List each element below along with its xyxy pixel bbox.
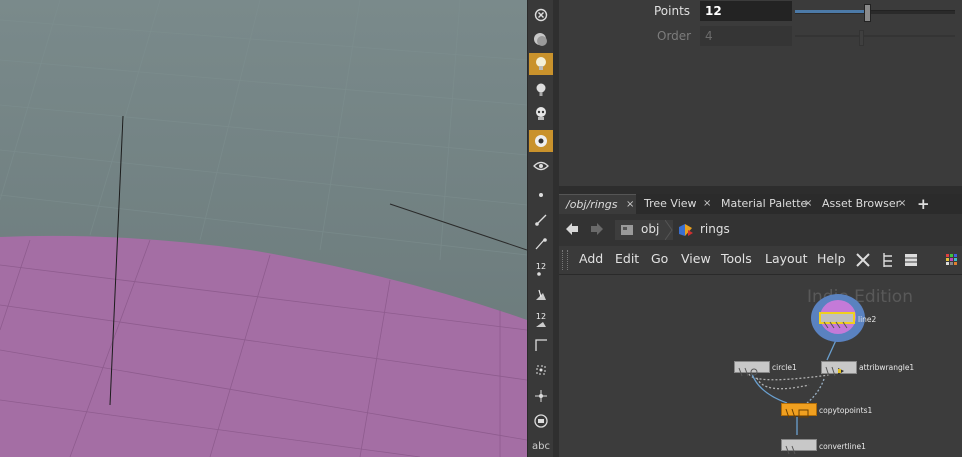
line2-node-label: line2 xyxy=(858,315,877,324)
sphere-icon[interactable] xyxy=(529,29,553,51)
obj-network-icon xyxy=(621,225,633,235)
path-bar: obj rings xyxy=(559,214,962,246)
pane-splitter[interactable] xyxy=(559,186,962,197)
order-label: Order xyxy=(657,29,692,43)
path-obj-button[interactable]: obj xyxy=(615,220,673,240)
close-tab-icon[interactable]: × xyxy=(703,194,711,214)
tab-label: Asset Browser xyxy=(822,197,901,210)
color-palette-icon[interactable] xyxy=(945,252,959,271)
pane-tab-bar: /obj/rings × Tree View × Material Palett… xyxy=(559,194,962,215)
network-menu-bar: Add Edit Go View Tools Layout Help xyxy=(559,246,962,275)
add-tab-icon[interactable]: + xyxy=(917,194,931,214)
point-numbers-icon[interactable]: 12 xyxy=(529,259,553,281)
close-icon[interactable] xyxy=(529,4,553,26)
tab-label: /obj/rings xyxy=(566,198,618,211)
text-display-button[interactable]: abc xyxy=(529,435,553,457)
circle1-node[interactable] xyxy=(734,361,770,377)
points-slider[interactable] xyxy=(795,4,955,22)
tree-layout-icon[interactable] xyxy=(881,252,895,272)
ambient-occlusion-icon[interactable] xyxy=(529,130,553,152)
order-slider[interactable] xyxy=(795,29,955,46)
skull-light-icon[interactable] xyxy=(529,103,553,125)
copytopoints1-node[interactable] xyxy=(781,403,817,419)
copytopoints1-node-label: copytopoints1 xyxy=(819,406,873,415)
tab-material-palette[interactable]: Material Palette × xyxy=(715,194,815,214)
convertline1-node-label: convertline1 xyxy=(819,442,866,451)
list-view-icon[interactable] xyxy=(904,252,918,271)
convertline1-node[interactable] xyxy=(781,439,817,455)
points-label: Points xyxy=(654,4,691,18)
snap-grid-icon[interactable] xyxy=(529,359,553,381)
menu-add[interactable]: Add xyxy=(579,251,603,266)
viewport-toolbar: 12 12 abc xyxy=(527,0,554,457)
path-rings-button[interactable]: rings xyxy=(675,220,735,240)
geometry-node-icon xyxy=(679,224,693,236)
attribwrangle1-node[interactable] xyxy=(821,361,857,377)
menu-go[interactable]: Go xyxy=(651,251,668,266)
path-rings-label: rings xyxy=(700,222,730,236)
bounding-corner-icon[interactable] xyxy=(529,334,553,356)
tab-label: Material Palette xyxy=(721,197,808,210)
tab-asset-browser[interactable]: Asset Browser × xyxy=(816,194,908,214)
line2-node[interactable] xyxy=(819,312,855,329)
normal-icon[interactable] xyxy=(529,209,553,231)
tab-obj-rings[interactable]: /obj/rings × xyxy=(559,194,636,215)
scene-viewport[interactable] xyxy=(0,0,527,457)
path-obj-label: obj xyxy=(641,222,660,236)
drag-handle-icon[interactable] xyxy=(562,250,568,270)
visualizer-icon[interactable] xyxy=(529,410,553,432)
order-field[interactable]: 4 xyxy=(700,26,792,46)
forward-arrow-icon[interactable] xyxy=(589,221,605,241)
menu-view[interactable]: View xyxy=(681,251,711,266)
tab-tree-view[interactable]: Tree View × xyxy=(638,194,714,214)
close-tab-icon[interactable]: × xyxy=(626,195,634,215)
menu-tools[interactable]: Tools xyxy=(721,251,752,266)
menu-help[interactable]: Help xyxy=(817,251,846,266)
tools-wrench-icon[interactable] xyxy=(855,252,871,272)
close-tab-icon[interactable]: × xyxy=(898,194,906,214)
light-bulb-icon[interactable] xyxy=(529,53,553,75)
tab-label: Tree View xyxy=(644,197,697,210)
display-options-icon[interactable] xyxy=(529,155,553,177)
points-field[interactable]: 12 xyxy=(700,1,792,21)
back-arrow-icon[interactable] xyxy=(564,221,580,241)
primitive-numbers-icon[interactable]: 12 xyxy=(529,309,553,331)
menu-layout[interactable]: Layout xyxy=(765,251,808,266)
point-icon[interactable] xyxy=(529,184,553,206)
menu-edit[interactable]: Edit xyxy=(615,251,639,266)
headlight-icon[interactable] xyxy=(529,79,553,101)
network-editor[interactable]: Indie Edition line2 circle1 attribwrangl… xyxy=(559,275,962,457)
vertex-normal-icon[interactable] xyxy=(529,233,553,255)
attribwrangle1-node-label: attribwrangle1 xyxy=(859,363,915,372)
primitive-normal-icon[interactable] xyxy=(529,284,553,306)
close-tab-icon[interactable]: × xyxy=(804,194,812,214)
parameter-pane: Points 12 Order 4 xyxy=(559,0,962,186)
uv-transform-icon[interactable] xyxy=(529,385,553,407)
circle1-node-label: circle1 xyxy=(772,363,797,372)
